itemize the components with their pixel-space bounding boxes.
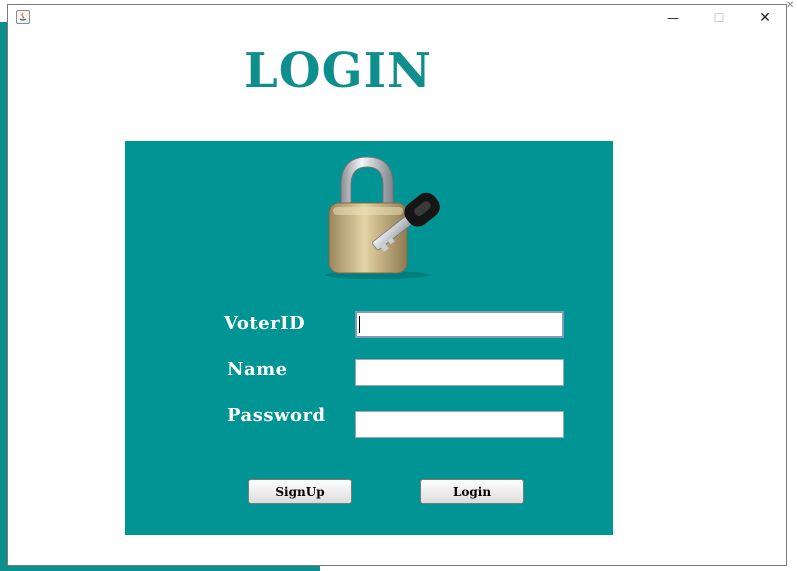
java-icon xyxy=(16,10,30,24)
maximize-icon: ☐ xyxy=(713,11,725,25)
minimize-icon: — xyxy=(667,11,679,25)
login-button[interactable]: Login xyxy=(420,479,524,504)
padlock-with-key-icon xyxy=(325,156,440,279)
signup-button[interactable]: SignUp xyxy=(248,479,352,504)
voter-id-input[interactable] xyxy=(355,311,564,338)
close-icon: ✕ xyxy=(759,10,771,26)
voter-id-label: VoterID xyxy=(224,313,306,334)
maximize-button[interactable]: ☐ xyxy=(696,5,742,31)
name-label: Name xyxy=(227,359,288,380)
password-label: Password xyxy=(227,405,326,426)
login-window: — ☐ ✕ LOGIN VoterID Name Password SignUp… xyxy=(7,4,787,566)
text-caret xyxy=(359,316,360,333)
page-title: LOGIN xyxy=(244,43,432,99)
close-button[interactable]: ✕ xyxy=(742,5,788,31)
name-input[interactable] xyxy=(355,359,564,386)
password-input[interactable] xyxy=(355,411,564,438)
minimize-button[interactable]: — xyxy=(650,5,696,31)
login-panel: VoterID Name Password SignUp Login xyxy=(125,141,613,535)
title-bar[interactable]: — ☐ ✕ xyxy=(8,5,786,31)
